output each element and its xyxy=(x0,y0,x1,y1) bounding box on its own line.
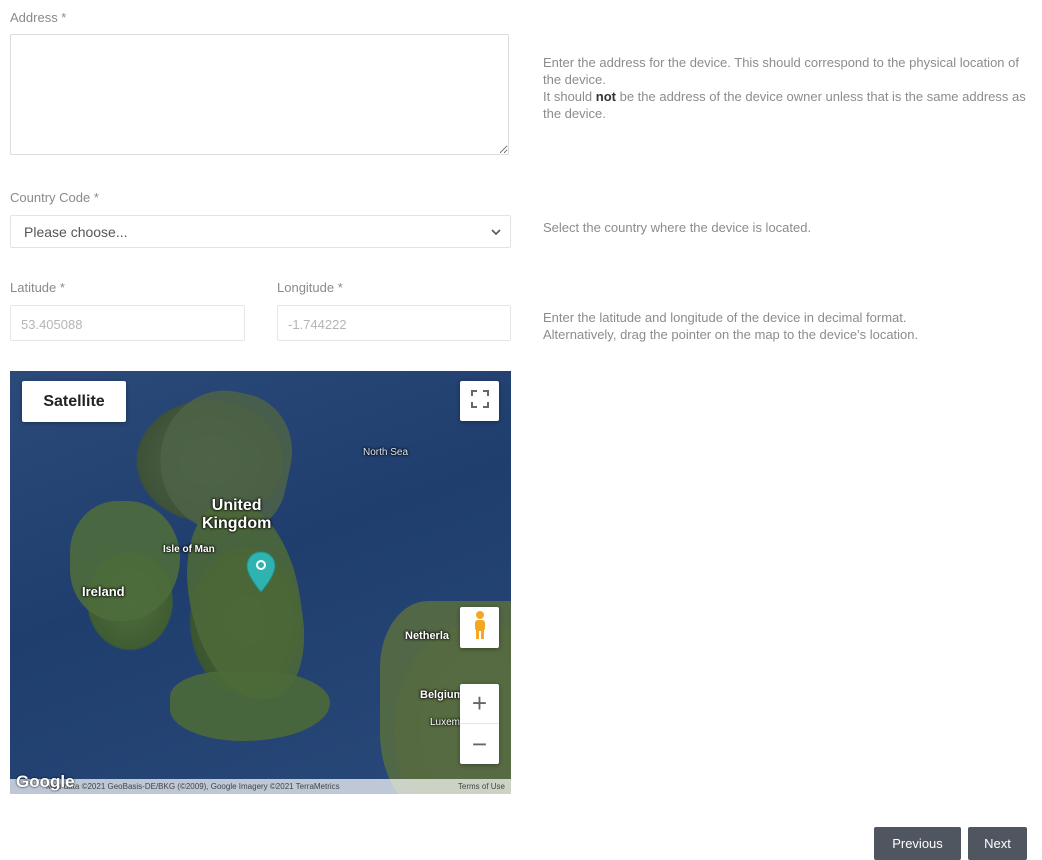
map-label-uk-line1: United xyxy=(211,497,262,514)
address-help-line2-post: be the address of the device owner unles… xyxy=(543,89,1026,121)
address-help-bold: not xyxy=(595,89,616,104)
country-select-value: Please choose... xyxy=(24,224,128,240)
map-land-south-england xyxy=(170,671,330,741)
map-label-ireland: Ireland xyxy=(82,584,125,599)
fullscreen-icon xyxy=(470,389,489,413)
coordinates-help-line1: Enter the latitude and longitude of the … xyxy=(543,310,907,325)
coordinates-help: Enter the latitude and longitude of the … xyxy=(543,309,918,343)
map[interactable]: Satellite North Sea United Kingdom Isle … xyxy=(10,371,511,794)
previous-button[interactable]: Previous xyxy=(874,827,961,860)
latitude-value: 53.405088 xyxy=(21,317,83,332)
satellite-button[interactable]: Satellite xyxy=(22,381,126,422)
map-label-united-kingdom: United Kingdom xyxy=(202,497,271,533)
coordinates-help-line2: Alternatively, drag the pointer on the m… xyxy=(543,327,919,342)
longitude-label: Longitude * xyxy=(277,280,343,295)
address-help-line1: Enter the address for the device. This s… xyxy=(543,55,1019,87)
terms-of-use-link[interactable]: Terms of Use xyxy=(458,779,505,794)
chevron-down-icon xyxy=(490,225,502,241)
map-label-netherlands: Netherla xyxy=(405,630,450,642)
latitude-input[interactable]: 53.405088 xyxy=(10,305,245,341)
longitude-value: -1.744222 xyxy=(288,317,347,332)
map-label-uk-line2: Kingdom xyxy=(202,515,272,532)
zoom-out-button[interactable]: − xyxy=(460,724,499,764)
next-button[interactable]: Next xyxy=(968,827,1027,860)
address-label: Address * xyxy=(10,10,67,25)
map-label-belgium: Belgium xyxy=(420,689,464,701)
street-view-button[interactable] xyxy=(460,607,499,648)
map-land-ireland xyxy=(70,501,180,621)
map-pin-icon[interactable] xyxy=(246,551,276,598)
address-textarea[interactable] xyxy=(10,34,509,155)
address-help-line2-pre: It should xyxy=(543,89,596,104)
zoom-in-button[interactable]: + xyxy=(460,684,499,724)
google-logo[interactable]: Google xyxy=(16,772,75,792)
country-label: Country Code * xyxy=(10,190,99,205)
map-label-isle-of-man: Isle of Man xyxy=(163,544,215,555)
fullscreen-button[interactable] xyxy=(460,381,499,421)
map-attribution: Map data ©2021 GeoBasis-DE/BKG (©2009), … xyxy=(46,782,340,791)
country-help: Select the country where the device is l… xyxy=(543,220,812,235)
latitude-label: Latitude * xyxy=(10,280,65,295)
zoom-control: + − xyxy=(460,684,499,764)
address-help: Enter the address for the device. This s… xyxy=(543,54,1038,122)
country-select[interactable]: Please choose... xyxy=(10,215,511,248)
pegman-icon xyxy=(471,610,489,645)
longitude-input[interactable]: -1.744222 xyxy=(277,305,511,341)
map-attribution-bar: Map data ©2021 GeoBasis-DE/BKG (©2009), … xyxy=(10,779,511,794)
map-label-north-sea: North Sea xyxy=(363,447,409,458)
